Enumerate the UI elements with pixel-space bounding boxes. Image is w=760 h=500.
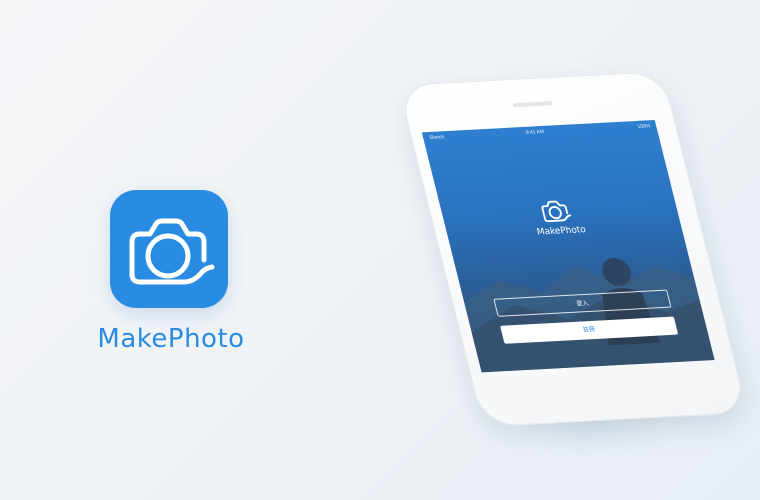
- phone-speaker: [512, 101, 554, 108]
- status-bar: Sketch 9:41 AM 100%: [422, 120, 658, 144]
- phone-screen: Sketch 9:41 AM 100% MakePhoto 登入 註冊: [421, 120, 715, 373]
- phone-mockup: Sketch 9:41 AM 100% MakePhoto 登入 註冊: [398, 70, 748, 427]
- camera-icon: [129, 218, 215, 285]
- app-name: MakePhoto: [97, 324, 245, 354]
- status-battery: 100%: [636, 123, 652, 130]
- app-icon: [110, 190, 228, 308]
- status-time: 9:41 AM: [525, 128, 545, 136]
- camera-icon: [541, 200, 572, 223]
- screen-app-title: MakePhoto: [535, 225, 588, 238]
- status-carrier: Sketch: [428, 134, 446, 142]
